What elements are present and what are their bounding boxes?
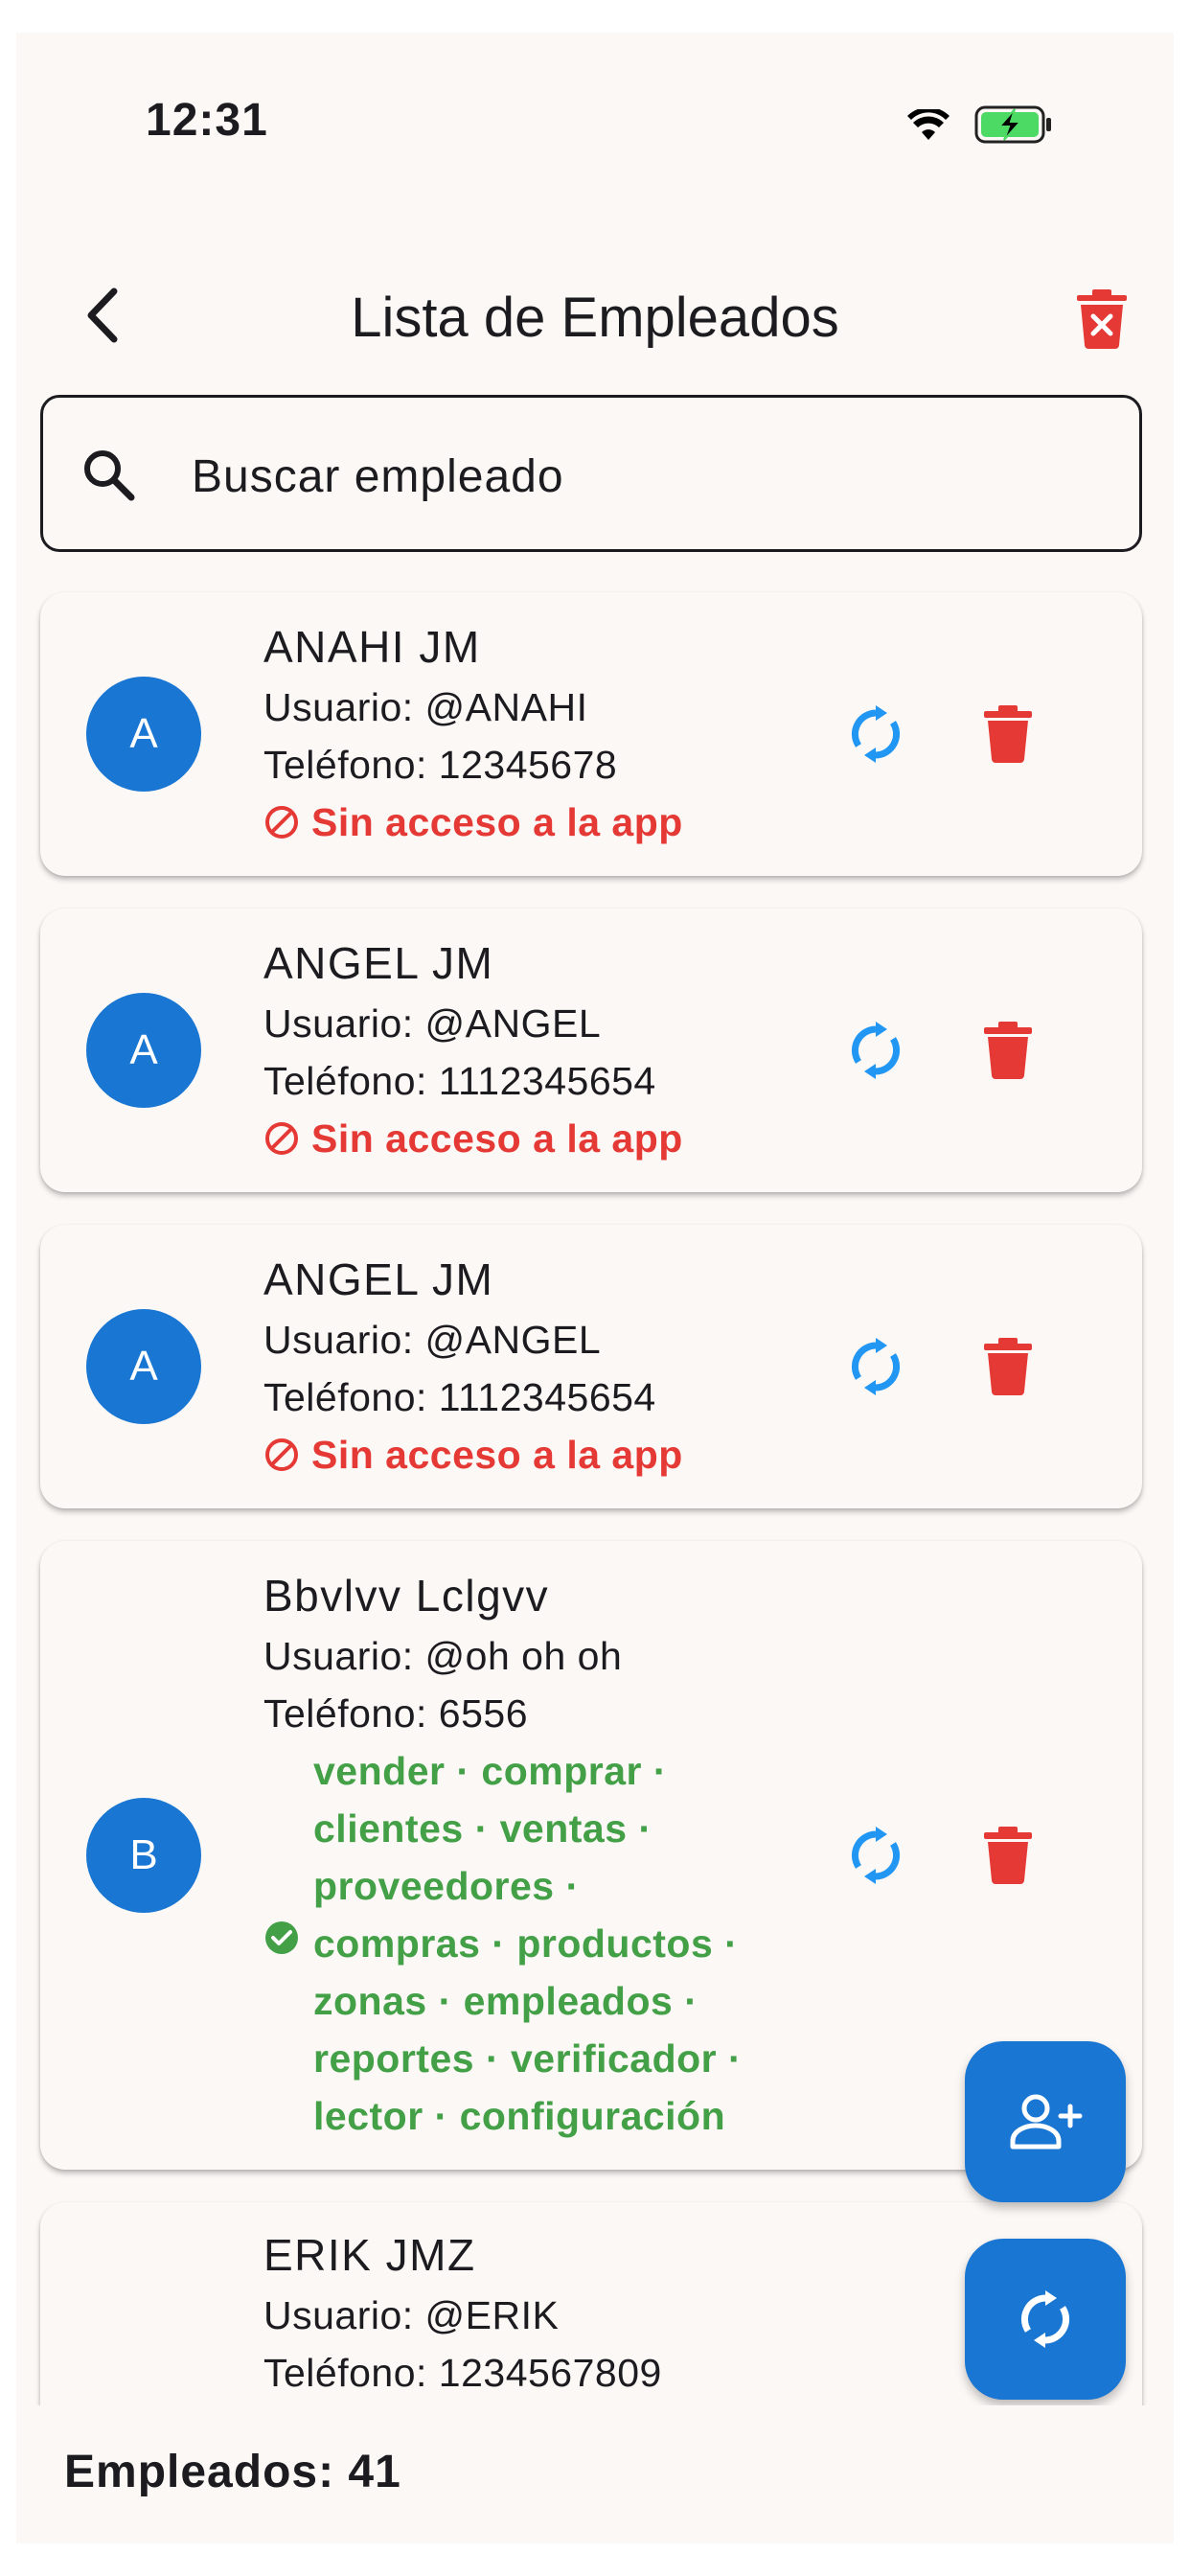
sync-icon[interactable] (845, 1825, 906, 1886)
employee-user: Usuario: @ANAHI (263, 685, 588, 729)
employee-info: ANAHI JM Usuario: @ANAHI Teléfono: 12345… (263, 621, 683, 851)
access-status: Sin acceso a la app (263, 1426, 683, 1484)
access-label: Sin acceso a la app (311, 1433, 683, 1477)
avatar: A (86, 677, 201, 792)
access-label: Sin acceso a la app (311, 1116, 683, 1161)
trash-icon[interactable] (984, 1022, 1032, 1079)
app-screen: 12:31 Lista de Empleados Buscar empleado… (16, 33, 1174, 2543)
employee-count: Empleados: 41 (64, 2447, 401, 2497)
block-icon (265, 1438, 298, 1471)
employee-phone: Teléfono: 1234567809 (263, 2351, 662, 2395)
sync-icon[interactable] (845, 1336, 906, 1397)
sync-icon[interactable] (845, 703, 906, 765)
employee-card[interactable]: A ANGEL JM Usuario: @ANGEL Teléfono: 111… (40, 1225, 1142, 1508)
footer-bar: Empleados: 41 (16, 2405, 1174, 2543)
employee-name: ANGEL JM (263, 938, 494, 988)
battery-charging-icon (974, 105, 1051, 144)
employee-name: ANGEL JM (263, 1254, 494, 1304)
app-bar: Lista de Empleados (16, 243, 1174, 387)
trash-icon[interactable] (984, 1827, 1032, 1884)
add-employee-button[interactable] (965, 2041, 1126, 2202)
delete-all-icon[interactable] (1075, 289, 1129, 349)
search-input[interactable]: Buscar empleado (192, 450, 564, 503)
employee-info: ANGEL JM Usuario: @ANGEL Teléfono: 11123… (263, 1254, 683, 1484)
permission-line: reportes · verificador · (313, 2036, 743, 2081)
employee-info: ERIK JMZ Usuario: @ERIK Teléfono: 123456… (263, 2229, 662, 2402)
employee-name: Bbvlvv Lclgvv (263, 1571, 550, 1621)
check-circle-icon (265, 1921, 298, 1954)
access-status: Sin acceso a la app (263, 1110, 683, 1167)
block-icon (265, 806, 298, 839)
status-time: 12:31 (146, 95, 268, 146)
permission-line: lector · configuración (313, 2094, 726, 2138)
avatar: A (86, 1309, 201, 1424)
avatar: A (86, 993, 201, 1108)
employee-phone: Teléfono: 1112345654 (263, 1059, 656, 1103)
permission-line: compras · productos · (313, 1921, 739, 1966)
employee-info: Bbvlvv Lclgvv Usuario: @oh oh oh Teléfon… (263, 1570, 812, 2145)
trash-icon[interactable] (984, 1338, 1032, 1395)
permission-line: proveedores · (313, 1864, 580, 1908)
employee-user: Usuario: @ERIK (263, 2293, 560, 2337)
employee-user: Usuario: @ANGEL (263, 1318, 602, 1362)
search-field[interactable]: Buscar empleado (40, 395, 1142, 552)
employee-user: Usuario: @oh oh oh (263, 1634, 623, 1678)
employee-phone: Teléfono: 12345678 (263, 743, 618, 787)
wifi-icon (907, 109, 950, 140)
search-icon (84, 450, 135, 501)
employee-card[interactable]: A ANAHI JM Usuario: @ANAHI Teléfono: 123… (40, 592, 1142, 876)
access-status: Sin acceso a la app (263, 794, 683, 851)
permissions-list: vender · comprar · clientes · ventas · p… (263, 1742, 812, 2145)
access-label: Sin acceso a la app (311, 800, 683, 844)
block-icon (265, 1122, 298, 1155)
employee-phone: Teléfono: 6556 (263, 1691, 529, 1736)
employee-name: ANAHI JM (263, 622, 481, 672)
permission-line: zonas · empleados · (313, 1979, 698, 2023)
sync-icon[interactable] (845, 1020, 906, 1081)
employee-name: ERIK JMZ (263, 2230, 476, 2280)
add-person-icon (1010, 2094, 1083, 2150)
status-bar: 12:31 (16, 33, 1174, 186)
employee-phone: Teléfono: 1112345654 (263, 1375, 656, 1419)
sync-all-button[interactable] (965, 2239, 1126, 2400)
employee-card[interactable]: A ANGEL JM Usuario: @ANGEL Teléfono: 111… (40, 908, 1142, 1192)
permission-line: clientes · ventas · (313, 1806, 652, 1851)
employee-info: ANGEL JM Usuario: @ANGEL Teléfono: 11123… (263, 937, 683, 1167)
trash-icon[interactable] (984, 705, 1032, 763)
page-title: Lista de Empleados (351, 287, 839, 349)
employee-user: Usuario: @ANGEL (263, 1001, 602, 1046)
permission-line: vender · comprar · (313, 1749, 667, 1793)
sync-icon (1020, 2290, 1070, 2348)
avatar: B (86, 1798, 201, 1913)
